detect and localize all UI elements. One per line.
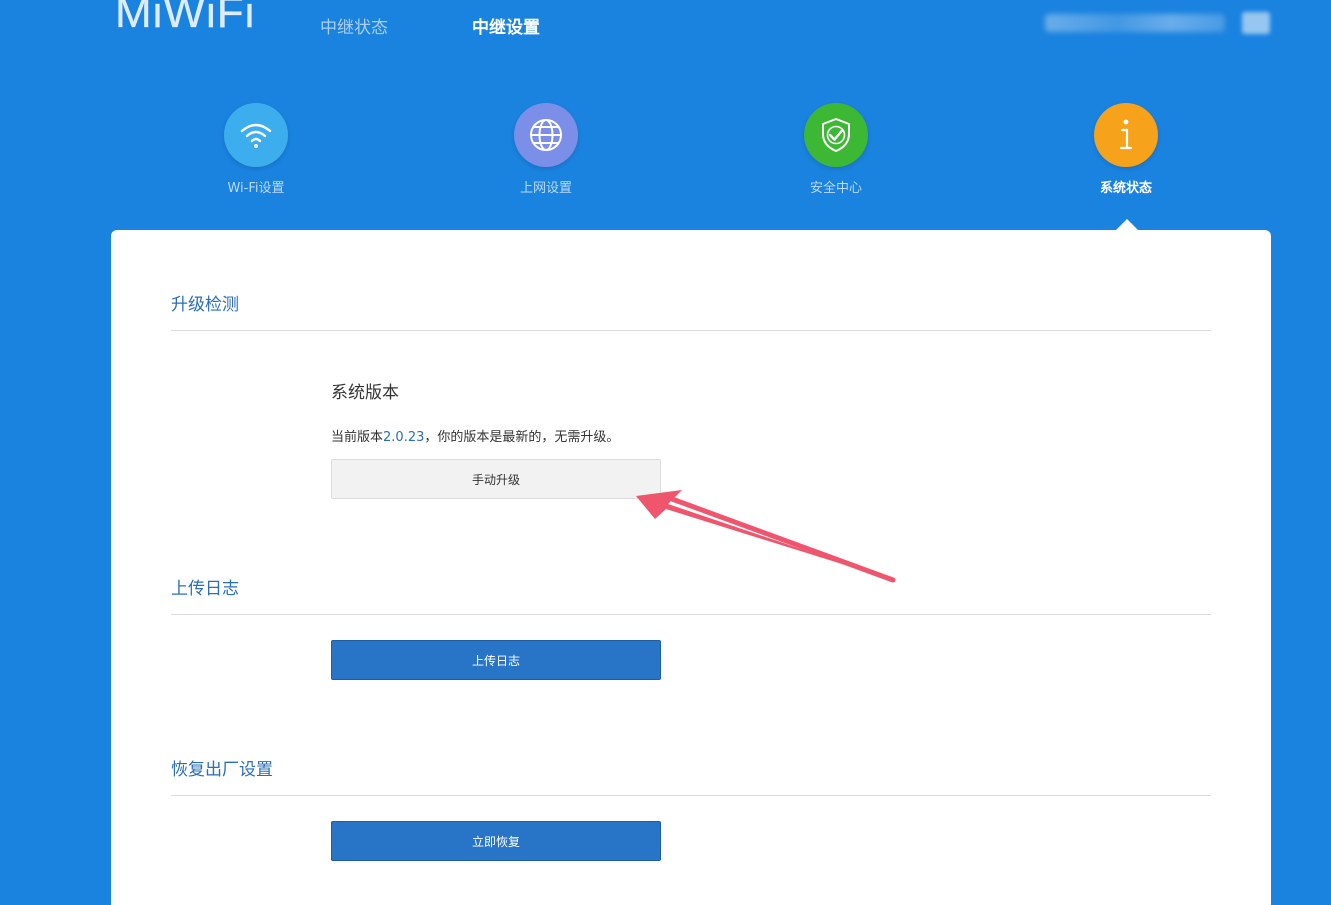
divider bbox=[171, 330, 1211, 331]
version-number: 2.0.23 bbox=[383, 430, 425, 445]
top-bar: MiWiFi 中继状态 中继设置 bbox=[0, 0, 1331, 60]
content-panel: 升级检测 系统版本 当前版本2.0.23，你的版本是最新的，无需升级。 手动升级… bbox=[111, 230, 1271, 905]
tab-relay-settings[interactable]: 中继设置 bbox=[472, 13, 540, 38]
info-icon bbox=[1094, 103, 1158, 167]
restore-now-button[interactable]: 立即恢复 bbox=[331, 821, 661, 861]
version-prefix: 当前版本 bbox=[331, 430, 384, 445]
section-title-upgrade: 升级检测 bbox=[171, 295, 239, 315]
wifi-icon bbox=[224, 103, 288, 167]
func-wifi-settings[interactable]: Wi-Fi设置 bbox=[196, 103, 316, 196]
section-title-factory-reset: 恢复出厂设置 bbox=[171, 760, 273, 780]
version-status-text: 当前版本2.0.23，你的版本是最新的，无需升级。 bbox=[331, 426, 619, 445]
avatar[interactable] bbox=[1242, 12, 1270, 34]
func-system-status[interactable]: 系统状态 bbox=[1066, 103, 1186, 196]
user-account-blurred[interactable] bbox=[1045, 14, 1225, 32]
func-label: 上网设置 bbox=[519, 181, 572, 196]
divider bbox=[171, 614, 1211, 615]
func-security-center[interactable]: 安全中心 bbox=[776, 103, 896, 196]
manual-upgrade-button[interactable]: 手动升级 bbox=[331, 459, 661, 499]
shield-icon bbox=[804, 103, 868, 167]
version-suffix: ，你的版本是最新的，无需升级。 bbox=[424, 430, 620, 445]
divider bbox=[171, 795, 1211, 796]
func-label: 安全中心 bbox=[809, 181, 862, 196]
section-title-upload-log: 上传日志 bbox=[171, 579, 239, 599]
miwifi-logo[interactable]: MiWiFi bbox=[115, 0, 255, 38]
func-label: Wi-Fi设置 bbox=[227, 181, 285, 196]
func-label: 系统状态 bbox=[1099, 181, 1152, 196]
system-version-title: 系统版本 bbox=[331, 383, 399, 403]
upload-log-button[interactable]: 上传日志 bbox=[331, 640, 661, 680]
globe-icon bbox=[514, 103, 578, 167]
tab-relay-status[interactable]: 中继状态 bbox=[320, 13, 388, 38]
func-internet-settings[interactable]: 上网设置 bbox=[486, 103, 606, 196]
